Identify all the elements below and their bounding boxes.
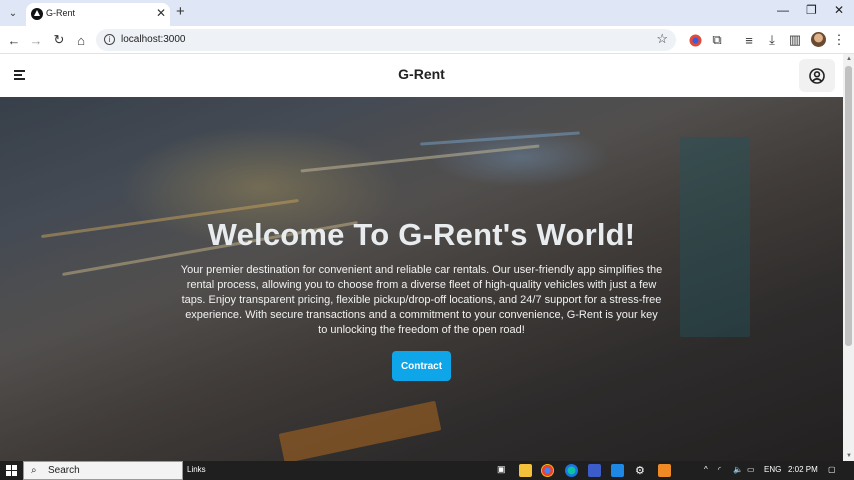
contract-button[interactable]: Contract [392, 351, 451, 381]
hero-content: Welcome To G-Rent's World! Your premier … [0, 97, 843, 461]
forward-arrow-icon[interactable]: → [27, 31, 45, 49]
reload-icon[interactable]: ↻ [50, 31, 68, 49]
site-header: G-Rent [0, 54, 843, 97]
edge-icon[interactable] [565, 464, 578, 477]
downloads-icon[interactable]: ⤓ [763, 31, 781, 49]
scrollbar-thumb[interactable] [845, 66, 852, 346]
clock-time[interactable]: 2:02 PM [788, 465, 818, 474]
address-url[interactable]: localhost:3000 [121, 34, 186, 45]
vscode-icon[interactable] [611, 464, 624, 477]
notifications-icon[interactable]: ▢ [828, 465, 836, 474]
home-icon[interactable]: ⌂ [72, 31, 90, 49]
back-arrow-icon[interactable]: ← [5, 31, 23, 49]
scroll-up-arrow-icon[interactable]: ▲ [846, 56, 852, 62]
task-view-icon[interactable]: ▣ [497, 464, 510, 477]
new-tab-button[interactable]: + [176, 3, 185, 20]
page-scrollbar[interactable]: ▲ ▼ [843, 54, 854, 461]
search-icon: ⌕ [31, 465, 37, 476]
sublime-icon[interactable] [658, 464, 671, 477]
file-explorer-icon[interactable] [519, 464, 532, 477]
settings-gear-icon[interactable]: ⚙ [635, 464, 648, 477]
bookmark-star-icon[interactable]: ☆ [656, 31, 668, 47]
battery-icon[interactable]: ▭ [747, 465, 755, 474]
site-info-icon[interactable]: i [104, 34, 115, 45]
hero-description: Your premier destination for convenient … [180, 264, 663, 336]
user-circle-icon [809, 67, 825, 84]
browser-tab-strip: ⌄ G-Rent ✕ + — ❐ ✕ [0, 0, 854, 26]
address-bar[interactable]: i localhost:3000 ☆ [96, 29, 676, 51]
tray-chevron-up-icon[interactable]: ^ [704, 465, 708, 474]
tab-search-chevron-icon[interactable]: ⌄ [4, 4, 22, 22]
windows-taskbar: ⌕ Search Links ▣ ⚙ ^ ◜ 🔈 ▭ ENG 2:02 PM ▢ [0, 461, 854, 480]
tab-close-icon[interactable]: ✕ [156, 6, 166, 20]
browser-tab[interactable]: G-Rent ✕ [26, 3, 170, 26]
tab-title: G-Rent [46, 8, 76, 18]
account-button[interactable] [799, 59, 835, 92]
start-windows-icon[interactable] [6, 465, 17, 476]
hero-section: Welcome To G-Rent's World! Your premier … [0, 97, 843, 461]
profile-avatar[interactable] [811, 32, 826, 47]
scroll-down-arrow-icon[interactable]: ▼ [846, 453, 852, 459]
media-queue-icon[interactable]: ≡ [740, 31, 758, 49]
extensions-puzzle-icon[interactable]: ⧉ [708, 31, 726, 49]
browser-toolbar: ← → ↻ ⌂ i localhost:3000 ☆ ⧉ ≡ ⤓ ▥ ⋮ [0, 26, 854, 54]
taskbar-search-label: Search [48, 465, 80, 476]
tab-favicon-icon [31, 8, 43, 20]
hero-title: Welcome To G-Rent's World! [207, 217, 636, 252]
taskbar-links-label[interactable]: Links [187, 465, 206, 474]
extension-color-icon[interactable] [686, 31, 704, 49]
network-icon[interactable]: ◜ [718, 465, 721, 474]
brand-title: G-Rent [398, 66, 445, 82]
close-window-icon[interactable]: ✕ [834, 3, 844, 17]
browser-menu-icon[interactable]: ⋮ [830, 31, 848, 49]
language-indicator[interactable]: ENG [764, 465, 781, 474]
chrome-icon[interactable] [541, 464, 554, 477]
mail-app-icon[interactable] [588, 464, 601, 477]
taskbar-search-box[interactable]: ⌕ Search [23, 461, 183, 480]
volume-icon[interactable]: 🔈 [733, 465, 743, 474]
side-panel-icon[interactable]: ▥ [786, 31, 804, 49]
restore-window-icon[interactable]: ❐ [806, 3, 817, 17]
minimize-window-icon[interactable]: — [777, 3, 789, 17]
